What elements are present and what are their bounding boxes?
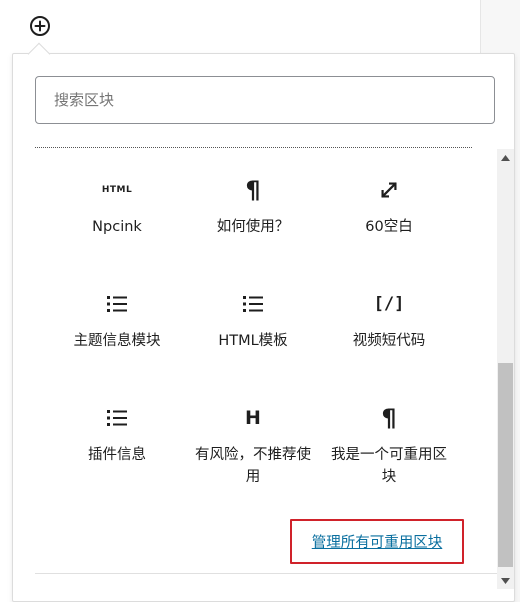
html-icon: HTML bbox=[101, 185, 133, 195]
paragraph-icon: ¶ bbox=[381, 404, 397, 432]
list-icon bbox=[105, 292, 129, 316]
block-item-html-template[interactable]: HTML模板 bbox=[185, 278, 321, 392]
block-item-video-shortcode[interactable]: [/] 视频短代码 bbox=[321, 278, 457, 392]
block-item-spacer[interactable]: 60空白 bbox=[321, 164, 457, 278]
scroll-up-button[interactable] bbox=[497, 149, 514, 166]
plus-circle-icon bbox=[30, 16, 50, 36]
block-item-plugin-info[interactable]: 插件信息 bbox=[49, 392, 185, 516]
block-item-how-to-use[interactable]: ¶ 如何使用？ bbox=[185, 164, 321, 278]
block-inserter-popover: HTML Npcink ¶ 如何使用？ 60空白 bbox=[12, 53, 515, 602]
block-item-label: 视频短代码 bbox=[352, 333, 426, 349]
block-item-label: 主题信息模块 bbox=[73, 333, 161, 349]
block-item-label: Npcink bbox=[92, 219, 142, 235]
block-search-input[interactable] bbox=[36, 77, 494, 123]
block-item-risky[interactable]: H 有风险，不推荐使用 bbox=[185, 392, 321, 516]
caret-up-icon bbox=[501, 154, 510, 161]
block-list: HTML Npcink ¶ 如何使用？ 60空白 主题信息模块 HTML模板 [… bbox=[49, 164, 469, 516]
scroll-down-button[interactable] bbox=[497, 572, 514, 589]
block-item-label: 有风险，不推荐使用 bbox=[195, 447, 311, 485]
block-list-scrollbar[interactable] bbox=[497, 149, 514, 589]
expand-icon bbox=[377, 178, 401, 202]
block-item-label: 60空白 bbox=[365, 219, 413, 235]
caret-down-icon bbox=[501, 577, 510, 584]
manage-reusable-blocks-link[interactable]: 管理所有可重用区块 bbox=[312, 531, 443, 552]
list-icon bbox=[105, 406, 129, 430]
heading-icon: H bbox=[245, 407, 261, 429]
list-icon bbox=[241, 292, 265, 316]
scrollbar-thumb[interactable] bbox=[498, 363, 513, 567]
block-item-label: 如何使用？ bbox=[216, 219, 290, 235]
block-item-label: 插件信息 bbox=[88, 447, 146, 463]
section-divider bbox=[35, 147, 472, 148]
block-search-field[interactable] bbox=[35, 76, 495, 124]
block-inserter-toggle-button[interactable] bbox=[26, 12, 54, 40]
footer-divider bbox=[35, 573, 498, 574]
block-item-npcink[interactable]: HTML Npcink bbox=[49, 164, 185, 278]
block-item-reusable[interactable]: ¶ 我是一个可重用区块 bbox=[321, 392, 457, 516]
block-item-label: 我是一个可重用区块 bbox=[331, 447, 447, 485]
paragraph-icon: ¶ bbox=[245, 176, 261, 204]
block-item-label: HTML模板 bbox=[218, 333, 288, 349]
shortcode-icon: [/] bbox=[373, 294, 405, 314]
block-item-theme-info[interactable]: 主题信息模块 bbox=[49, 278, 185, 392]
manage-reusable-highlight: 管理所有可重用区块 bbox=[290, 519, 464, 564]
